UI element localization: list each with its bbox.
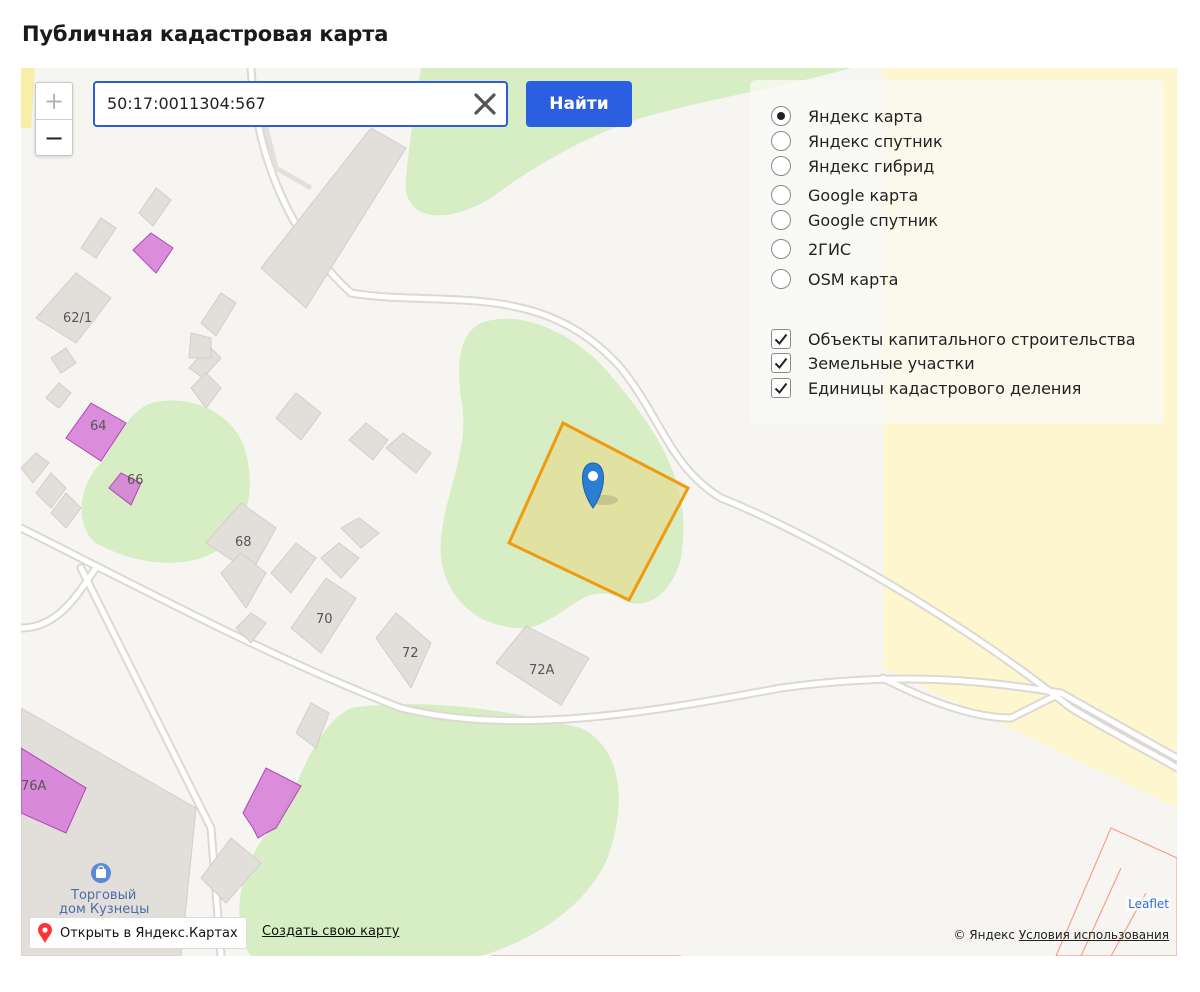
terms-link[interactable]: Условия использования	[1019, 928, 1169, 942]
layer-label: Яндекс спутник	[808, 131, 943, 151]
clear-icon[interactable]	[472, 91, 498, 117]
radio-icon[interactable]	[771, 269, 791, 289]
yellow-strip-left	[21, 68, 35, 128]
layer-label: Яндекс гибрид	[808, 156, 935, 176]
radio-icon[interactable]	[771, 239, 791, 259]
map-pin-icon	[38, 923, 52, 943]
overlay-label: Земельные участки	[808, 353, 975, 373]
overlay-label: Единицы кадастрового деления	[808, 378, 1082, 398]
radio-icon[interactable]	[771, 210, 791, 230]
copyright: © Яндекс Условия использования	[953, 928, 1169, 942]
checkbox[interactable]	[771, 378, 791, 398]
layer-label: OSM карта	[808, 269, 899, 289]
label-64: 64	[90, 419, 107, 434]
overlay-label: Объекты капитального строительства	[808, 329, 1136, 349]
layer-label: Google карта	[808, 185, 919, 205]
layers-panel: Яндекс карта Яндекс спутник Яндекс гибри…	[750, 80, 1164, 424]
layer-label: Google спутник	[808, 210, 939, 230]
layer-2gis[interactable]: 2ГИС	[771, 238, 851, 260]
label-72a: 72А	[529, 663, 555, 678]
overlay-land-plots[interactable]: Земельные участки	[771, 352, 975, 374]
copyright-text: © Яндекс	[953, 928, 1015, 942]
layer-label: Яндекс карта	[808, 106, 923, 126]
zoom-control: + −	[35, 82, 73, 156]
poi-name-line2: дом Кузнецы	[59, 902, 149, 917]
overlay-cadastral-division[interactable]: Единицы кадастрового деления	[771, 377, 1081, 399]
checkmark-icon	[774, 333, 787, 345]
open-in-yandex-label: Открыть в Яндекс.Картах	[60, 925, 238, 941]
page-title: Публичная кадастровая карта	[22, 22, 389, 46]
create-map-link[interactable]: Создать свою карту	[262, 924, 399, 939]
label-76a: 76А	[21, 779, 47, 794]
zoom-in-button[interactable]: +	[36, 83, 72, 119]
radio-icon[interactable]	[771, 156, 791, 176]
leaflet-link[interactable]: Leaflet	[1126, 897, 1171, 911]
building-62-1	[35, 272, 112, 344]
layer-yandex-satellite[interactable]: Яндекс спутник	[771, 130, 943, 152]
building-purple-1	[132, 232, 174, 274]
find-button[interactable]: Найти	[526, 81, 632, 127]
radio-icon[interactable]	[771, 106, 791, 126]
layer-google-map[interactable]: Google карта	[771, 184, 918, 206]
label-62-1: 62/1	[63, 311, 92, 326]
layer-google-satellite[interactable]: Google спутник	[771, 209, 938, 231]
layer-yandex-hybrid[interactable]: Яндекс гибрид	[771, 155, 934, 177]
label-70: 70	[316, 612, 333, 627]
cadastral-number-input[interactable]	[107, 94, 457, 113]
shopping-bag-icon	[91, 863, 111, 883]
checkbox[interactable]	[771, 329, 791, 349]
green-area-bottom	[239, 704, 619, 956]
layer-osm-map[interactable]: OSM карта	[771, 268, 898, 290]
label-68: 68	[235, 535, 252, 550]
zoom-out-button[interactable]: −	[36, 120, 72, 156]
checkmark-icon	[774, 357, 787, 369]
poi-name-line1: Торговый	[70, 888, 136, 903]
layer-label: 2ГИС	[808, 239, 852, 259]
radio-icon[interactable]	[771, 185, 791, 205]
checkmark-icon	[774, 382, 787, 394]
label-66: 66	[127, 473, 144, 488]
radio-icon[interactable]	[771, 131, 791, 151]
overlay-capital-construction[interactable]: Объекты капитального строительства	[771, 328, 1136, 350]
search-box	[93, 81, 508, 127]
layer-yandex-map[interactable]: Яндекс карта	[771, 105, 923, 127]
checkbox[interactable]	[771, 353, 791, 373]
open-in-yandex-button[interactable]: Открыть в Яндекс.Картах	[29, 917, 247, 949]
map[interactable]: 62/1 64 66 68 70 72 72А 76А Торговый дом…	[21, 68, 1177, 956]
label-72: 72	[402, 646, 419, 661]
